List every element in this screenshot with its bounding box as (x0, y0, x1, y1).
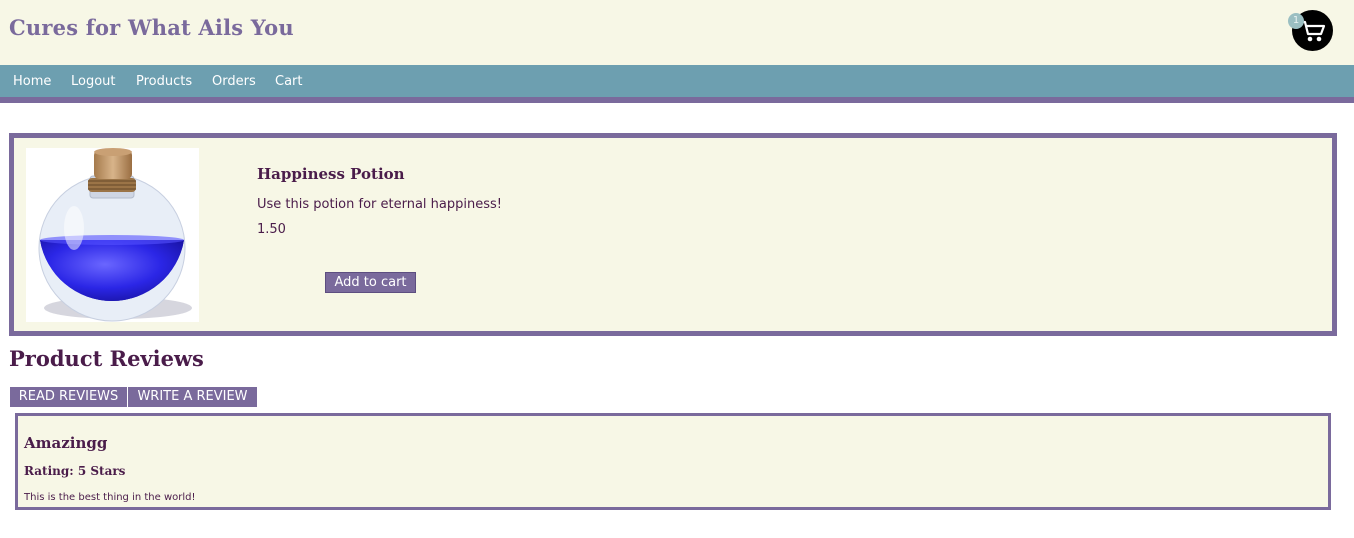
cart-button[interactable]: 1 (1288, 10, 1333, 51)
site-title[interactable]: Cures for What Ails You (9, 15, 294, 40)
reviews-heading: Product Reviews (9, 346, 204, 371)
review-rating: Rating: 5 Stars (24, 464, 126, 478)
nav-item-home[interactable]: Home (13, 74, 51, 89)
main-nav: Home Logout Products Orders Cart (0, 65, 1354, 97)
review-title: Amazingg (24, 434, 108, 452)
nav-item-logout[interactable]: Logout (71, 74, 116, 89)
nav-item-cart[interactable]: Cart (275, 74, 303, 89)
nav-item-orders[interactable]: Orders (212, 74, 256, 89)
cart-count-badge: 1 (1288, 13, 1304, 29)
site-header: Cures for What Ails You 1 (0, 0, 1354, 65)
review-text: This is the best thing in the world! (24, 492, 196, 503)
nav-divider (0, 97, 1354, 103)
product-card: Happiness Potion Use this potion for ete… (9, 133, 1337, 336)
potion-bottle-icon (38, 148, 192, 322)
tab-write-review[interactable]: WRITE A REVIEW (128, 387, 257, 407)
product-price: 1.50 (257, 222, 286, 237)
product-image (26, 148, 199, 322)
add-to-cart-button[interactable]: Add to cart (325, 272, 416, 293)
tab-read-reviews[interactable]: READ REVIEWS (10, 387, 127, 407)
product-description: Use this potion for eternal happiness! (257, 197, 502, 212)
nav-item-products[interactable]: Products (136, 74, 192, 89)
review-card: Amazingg Rating: 5 Stars This is the bes… (15, 413, 1331, 510)
product-name: Happiness Potion (257, 165, 405, 183)
